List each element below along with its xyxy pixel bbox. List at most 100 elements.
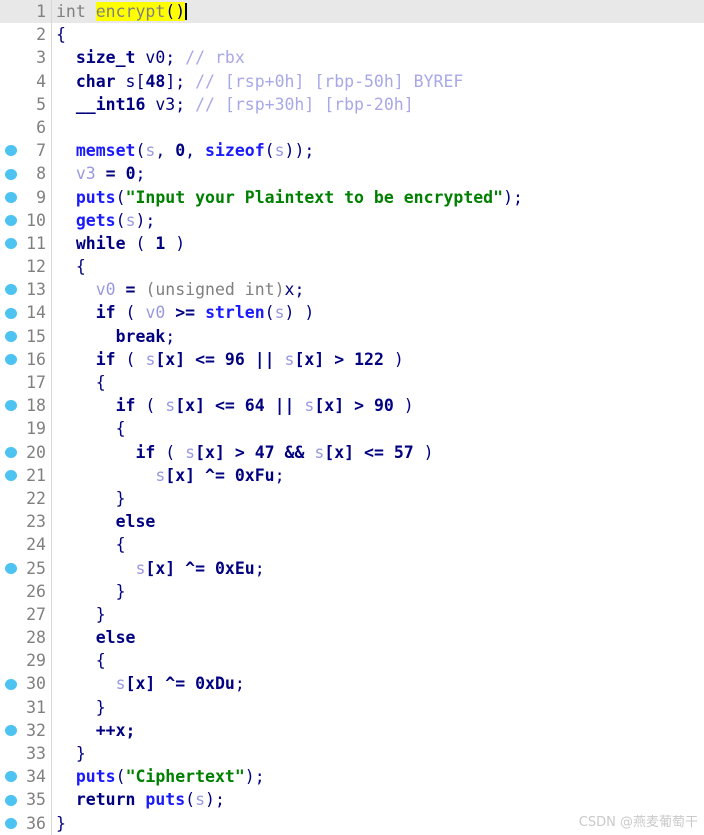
code-line[interactable]: 8 v3 = 0; [0,162,704,185]
code-line[interactable]: 29 { [0,649,704,672]
code-line[interactable]: 7 memset(s, 0, sizeof(s)); [0,139,704,162]
code-line[interactable]: 3 size_t v0; // rbx [0,46,704,69]
code-text[interactable]: return puts(s); [56,788,225,811]
code-token: s [284,349,295,369]
code-line[interactable]: 16 if ( s[x] <= 96 || s[x] > 122 ) [0,348,704,371]
code-line[interactable]: 1 int encrypt() [0,0,704,24]
code-text[interactable]: v3 = 0; [56,162,146,185]
code-line[interactable]: 32 ++x; [0,719,704,742]
code-line[interactable]: 5 __int16 v3; // [rsp+30h] [rbp-20h] [0,93,704,116]
pseudocode-editor[interactable]: 1 int encrypt() 2{3 size_t v0; // rbx 4 cha… [0,0,704,835]
code-line[interactable]: 19 { [0,417,704,440]
code-text[interactable]: char s[48]; // [rsp+0h] [rbp-50h] BYREF [56,70,463,93]
code-line[interactable]: 31 } [0,696,704,719]
code-text[interactable]: int encrypt() [56,0,188,23]
code-line[interactable]: 35 return puts(s); [0,788,704,811]
code-line[interactable]: 11 while ( 1 ) [0,232,704,255]
code-listing[interactable]: 1 int encrypt() 2{3 size_t v0; // rbx 4 cha… [0,0,704,835]
code-line[interactable]: 9 puts("Input your Plaintext to be encry… [0,186,704,209]
code-token: { [56,535,126,555]
code-text[interactable]: size_t v0; // rbx [56,46,245,69]
code-text[interactable]: while ( 1 ) [56,232,185,255]
code-text[interactable]: puts("Ciphertext"); [56,765,265,788]
line-number: 26 [26,581,46,601]
code-line[interactable]: 25 s[x] ^= 0xEu; [0,557,704,580]
code-text[interactable]: memset(s, 0, sizeof(s)); [56,139,314,162]
code-text[interactable]: { [56,649,106,672]
code-line[interactable]: 24 { [0,533,704,556]
code-line[interactable]: 12 { [0,255,704,278]
code-line[interactable]: 27 } [0,603,704,626]
code-line[interactable]: 21 s[x] ^= 0xFu; [0,464,704,487]
code-line[interactable]: 28 else [0,626,704,649]
code-line[interactable]: 20 if ( s[x] > 47 && s[x] <= 57 ) [0,441,704,464]
code-text[interactable]: } [56,487,126,510]
code-line[interactable]: 33 } [0,742,704,765]
code-text[interactable]: s[x] ^= 0xDu; [56,672,245,695]
code-token: ]; [165,71,196,91]
code-text[interactable]: else [56,626,136,649]
code-line[interactable]: 14 if ( v0 >= strlen(s) ) [0,301,704,324]
code-text[interactable]: ++x; [56,719,136,742]
code-token: ( [135,396,166,416]
code-text[interactable]: s[x] ^= 0xEu; [56,557,264,580]
code-text[interactable]: v0 = (unsigned int)x; [56,278,305,301]
code-text[interactable]: if ( v0 >= strlen(s) ) [56,301,315,324]
code-token: break [115,326,166,346]
code-token: ( [135,141,146,161]
line-number: 29 [26,651,46,671]
code-text[interactable]: { [56,23,66,46]
code-text[interactable]: { [56,371,106,394]
code-text[interactable]: __int16 v3; // [rsp+30h] [rbp-20h] [56,93,414,116]
code-text[interactable]: { [56,255,86,278]
code-token: s [165,396,176,416]
code-text[interactable]: if ( s[x] <= 64 || s[x] > 90 ) [56,394,414,417]
code-line[interactable]: 30 s[x] ^= 0xDu; [0,672,704,695]
code-token: 48 [145,71,166,91]
code-token: // [rsp+30h] [rbp-20h] [195,94,414,114]
code-text[interactable]: if ( s[x] <= 96 || s[x] > 122 ) [56,348,404,371]
code-text[interactable]: else [56,510,156,533]
code-line[interactable]: 13 v0 = (unsigned int)x; [0,278,704,301]
code-line[interactable]: 23 else [0,510,704,533]
code-token: () [165,2,186,21]
code-line[interactable]: 4 char s[48]; // [rsp+0h] [rbp-50h] BYRE… [0,70,704,93]
code-line[interactable]: 22 } [0,487,704,510]
code-line[interactable]: 6 [0,116,704,139]
code-token: 0xFu [234,465,275,485]
code-line[interactable]: 2{ [0,23,704,46]
code-text[interactable]: { [56,417,126,440]
code-token: s [274,303,285,323]
code-text[interactable]: puts("Input your Plaintext to be encrypt… [56,186,523,209]
code-token: gets [75,210,116,230]
code-token: v0 [95,280,116,300]
line-number: 21 [26,465,46,485]
line-number: 13 [26,280,46,300]
code-line[interactable]: 15 break; [0,325,704,348]
code-text[interactable]: } [56,812,66,835]
code-line[interactable]: 18 if ( s[x] <= 64 || s[x] > 90 ) [0,394,704,417]
code-text[interactable]: } [56,580,126,603]
code-token: puts [75,187,116,207]
code-token: || [264,396,305,416]
code-text[interactable]: gets(s); [56,209,156,232]
line-number: 36 [26,813,46,833]
code-line[interactable]: 10 gets(s); [0,209,704,232]
code-text[interactable]: s[x] ^= 0xFu; [56,464,285,487]
code-line[interactable]: 34 puts("Ciphertext"); [0,765,704,788]
code-token: 122 [354,349,384,369]
code-token: ; [274,465,285,485]
code-line[interactable]: 17 { [0,371,704,394]
code-text[interactable]: } [56,603,106,626]
line-number: 11 [26,233,46,253]
code-token: "Ciphertext" [125,767,245,787]
code-text[interactable]: } [56,742,86,765]
code-text[interactable]: } [56,696,106,719]
code-text[interactable]: if ( s[x] > 47 && s[x] <= 57 ) [56,441,433,464]
code-text[interactable]: { [56,533,126,556]
code-text[interactable]: break; [56,325,176,348]
code-line[interactable]: 26 } [0,580,704,603]
